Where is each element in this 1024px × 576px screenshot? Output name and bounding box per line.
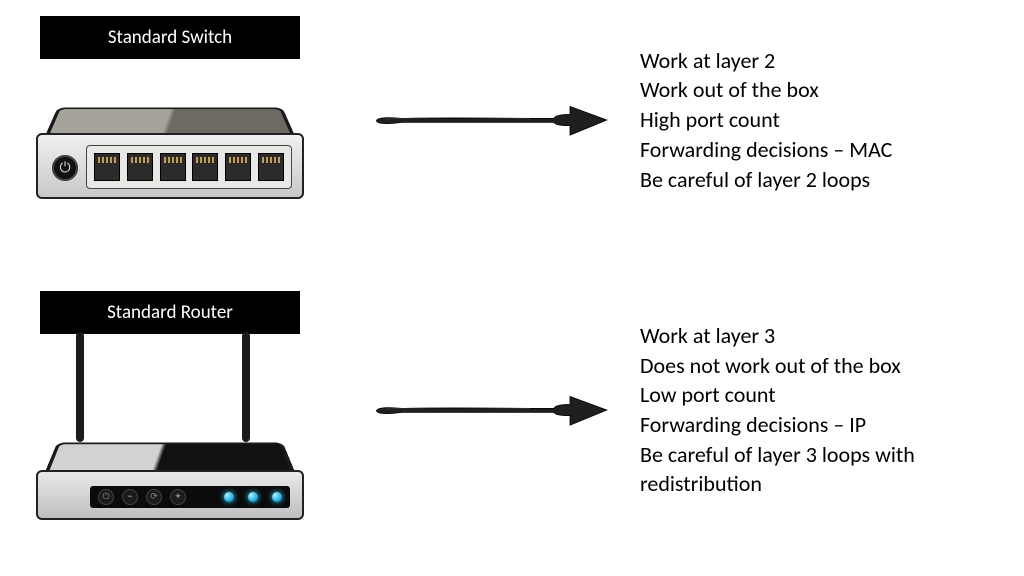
router-bullet: Work at layer 3	[640, 321, 1000, 351]
wps-icon: ⟳	[146, 489, 162, 505]
switch-column: Standard Switch	[0, 16, 340, 225]
power-icon	[52, 155, 78, 181]
antenna-icon	[76, 332, 84, 442]
router-illustration: ⏻ ⌁ ⟳ ✦	[20, 340, 320, 530]
arrow-right-icon	[370, 390, 610, 430]
led-indicator-icon	[224, 492, 234, 502]
arrow-column	[340, 100, 640, 140]
switch-illustration	[20, 65, 320, 225]
router-bullet: Low port count	[640, 380, 1000, 410]
antenna-icon	[242, 332, 250, 442]
wifi-icon: ⌁	[122, 489, 138, 505]
switch-description: Work at layer 2 Work out of the box High…	[640, 46, 1024, 194]
switch-front-face	[36, 133, 304, 199]
ethernet-port-icon	[160, 153, 186, 181]
power-icon: ⏻	[98, 489, 114, 505]
router-bullet: Forwarding decisions – IP	[640, 410, 1000, 440]
router-bullet: Be careful of layer 3 loops with redistr…	[640, 440, 1000, 499]
ethernet-port-icon	[94, 153, 120, 181]
switch-bullet: Forwarding decisions – MAC	[640, 135, 1000, 165]
arrow-column	[340, 390, 640, 430]
switch-bullet: Work at layer 2	[640, 46, 1000, 76]
router-column: Standard Router ⏻ ⌁ ⟳ ✦	[0, 291, 340, 530]
arrow-right-icon	[370, 100, 610, 140]
router-bullet: Does not work out of the box	[640, 351, 1000, 381]
switch-row: Standard Switch	[0, 10, 1024, 230]
led-indicator-icon	[272, 492, 282, 502]
switch-bullet: Be careful of layer 2 loops	[640, 165, 1000, 195]
router-controls-strip: ⏻ ⌁ ⟳ ✦	[90, 486, 290, 508]
router-label: Standard Router	[40, 291, 300, 334]
router-description: Work at layer 3 Does not work out of the…	[640, 321, 1024, 499]
ethernet-port-icon	[192, 153, 218, 181]
ethernet-port-icon	[225, 153, 251, 181]
switch-label: Standard Switch	[40, 16, 300, 59]
led-indicator-icon	[248, 492, 258, 502]
ethernet-port-icon	[127, 153, 153, 181]
switch-bullet: High port count	[640, 105, 1000, 135]
switch-port-panel	[86, 145, 292, 189]
router-row: Standard Router ⏻ ⌁ ⟳ ✦	[0, 280, 1024, 540]
ethernet-port-icon	[258, 153, 284, 181]
switch-bullet: Work out of the box	[640, 75, 1000, 105]
router-front-face: ⏻ ⌁ ⟳ ✦	[36, 470, 304, 520]
settings-icon: ✦	[170, 489, 186, 505]
